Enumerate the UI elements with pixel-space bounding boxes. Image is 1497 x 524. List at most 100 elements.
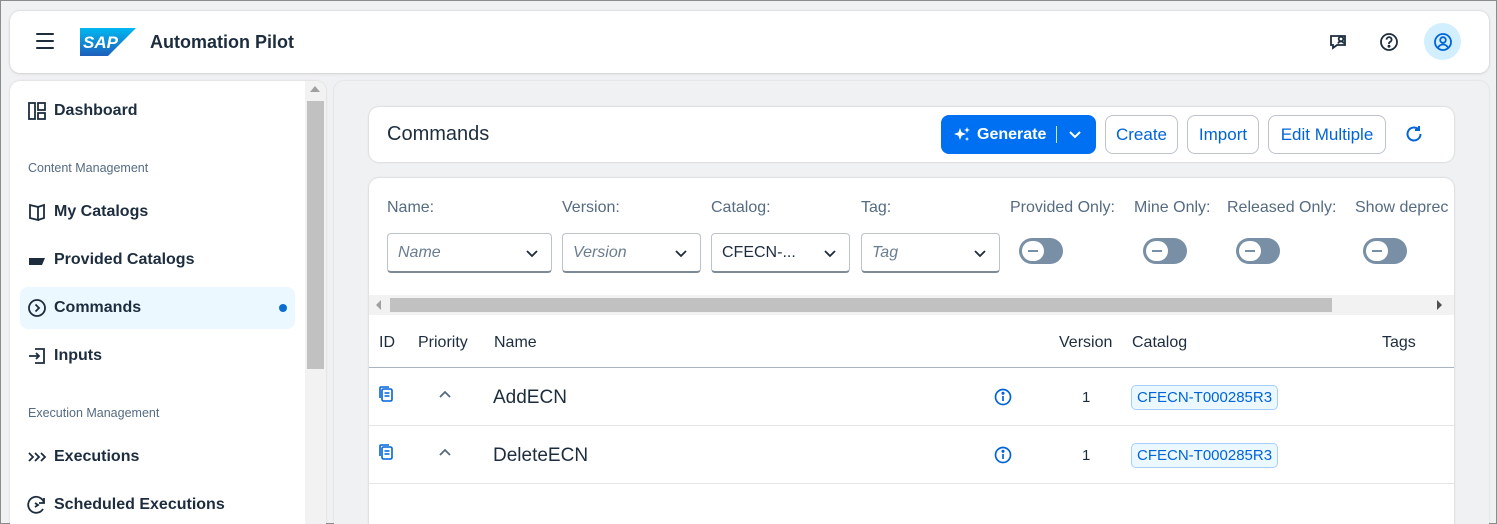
priority-chevron-up-icon — [438, 446, 452, 465]
filter-released-only-label: Released Only: — [1227, 199, 1337, 216]
chevron-down-icon — [973, 246, 987, 265]
version-filter-placeholder: Version — [573, 243, 627, 261]
sidebar-scrollbar-thumb[interactable] — [307, 101, 324, 369]
refresh-icon[interactable] — [1403, 123, 1425, 150]
toggle-knob — [1239, 241, 1261, 261]
generate-button[interactable]: Generate — [941, 115, 1096, 154]
menu-icon[interactable] — [36, 33, 54, 49]
feedback-icon[interactable] — [1325, 29, 1351, 55]
filter-bar-scrollbar-thumb[interactable] — [390, 298, 1332, 312]
mine-only-toggle[interactable] — [1143, 238, 1187, 264]
sidebar-item-label: Executions — [54, 448, 140, 465]
name-filter-placeholder: Name — [398, 243, 441, 261]
command-version: 1 — [1082, 447, 1091, 464]
import-button[interactable]: Import — [1187, 115, 1259, 154]
show-deprecated-toggle[interactable] — [1363, 238, 1407, 264]
priority-chevron-up-icon — [438, 388, 452, 407]
catalog-filter-select[interactable]: CFECN-... — [711, 233, 850, 273]
scroll-up-arrow-icon[interactable] — [310, 86, 320, 92]
column-header-priority[interactable]: Priority — [418, 334, 468, 352]
command-version: 1 — [1082, 389, 1091, 406]
sidebar-item-label: My Catalogs — [54, 203, 149, 220]
chevron-down-icon — [525, 246, 539, 265]
tag-filter-placeholder: Tag — [872, 243, 899, 261]
edit-multiple-button[interactable]: Edit Multiple — [1268, 115, 1386, 154]
info-icon[interactable] — [994, 446, 1012, 469]
version-filter-select[interactable]: Version — [562, 233, 701, 273]
sidebar-item-dashboard[interactable]: Dashboard — [20, 90, 295, 132]
sidebar-item-label: Dashboard — [54, 102, 138, 119]
generate-label: Generate — [977, 125, 1047, 143]
svg-text:SAP: SAP — [83, 33, 119, 52]
toggle-knob — [1022, 241, 1044, 261]
filter-catalog-label: Catalog: — [711, 199, 771, 216]
sidebar-item-provided-catalogs[interactable]: Provided Catalogs — [20, 239, 295, 281]
command-name[interactable]: DeleteECN — [493, 445, 588, 467]
nav-group-execution-management: Execution Management — [28, 406, 160, 420]
chevron-down-icon — [674, 246, 688, 265]
sidebar-item-label: Provided Catalogs — [54, 251, 195, 268]
table-row[interactable]: DeleteECN 1 CFECN-T000285R3 — [369, 426, 1454, 484]
command-icon — [26, 297, 48, 319]
sidebar-item-label: Commands — [54, 299, 142, 316]
toggle-knob — [1146, 241, 1168, 261]
filter-version-label: Version: — [562, 199, 620, 216]
provided-only-toggle[interactable] — [1019, 238, 1063, 264]
sparkle-icon — [951, 124, 973, 146]
filter-mine-only-label: Mine Only: — [1134, 199, 1211, 216]
toggle-knob — [1366, 241, 1388, 261]
column-header-id[interactable]: ID — [379, 334, 395, 352]
catalog-filter-value: CFECN-... — [722, 243, 796, 261]
table-row[interactable]: AddECN 1 CFECN-T000285R3 — [369, 368, 1454, 426]
filter-show-deprecated-label: Show deprec — [1355, 199, 1449, 216]
tag-filter-select[interactable]: Tag — [861, 233, 1000, 273]
page-toolbar: Commands Generate Create Import Edit Mul… — [369, 107, 1454, 162]
user-icon — [1433, 32, 1452, 51]
column-header-version[interactable]: Version — [1059, 334, 1112, 352]
sidebar-item-commands[interactable]: Commands — [20, 287, 295, 329]
filter-tag-label: Tag: — [861, 199, 892, 216]
chevron-down-icon — [823, 246, 837, 265]
help-icon[interactable] — [1376, 29, 1402, 55]
selected-indicator — [279, 304, 287, 312]
catalog-link[interactable]: CFECN-T000285R3 — [1131, 385, 1279, 410]
column-header-name[interactable]: Name — [494, 334, 537, 352]
sidebar-item-executions[interactable]: Executions — [20, 436, 295, 478]
sidebar-item-scheduled-executions[interactable]: Scheduled Executions — [20, 484, 295, 524]
filter-bar-scrollbar[interactable] — [369, 295, 1454, 315]
filter-provided-only-label: Provided Only: — [1010, 199, 1115, 216]
chevron-down-icon[interactable] — [1067, 126, 1083, 147]
commands-card: Name: Version: Catalog: Tag: Provided On… — [369, 178, 1454, 524]
sidebar-item-label: Inputs — [54, 347, 102, 364]
nav-group-content-management: Content Management — [28, 161, 149, 175]
shell-bar: SAP Automation Pilot — [10, 11, 1489, 73]
sidebar-item-label: Scheduled Executions — [54, 496, 225, 513]
released-only-toggle[interactable] — [1236, 238, 1280, 264]
page-title: Commands — [387, 123, 490, 145]
column-header-catalog[interactable]: Catalog — [1132, 334, 1187, 352]
app-title: Automation Pilot — [150, 32, 294, 52]
sidebar-item-inputs[interactable]: Inputs — [20, 335, 295, 377]
sidebar-item-my-catalogs[interactable]: My Catalogs — [20, 191, 295, 233]
main-content: Commands Generate Create Import Edit Mul… — [334, 81, 1489, 524]
create-button[interactable]: Create — [1105, 115, 1178, 154]
info-icon[interactable] — [994, 388, 1012, 411]
provided-catalog-icon — [26, 249, 48, 271]
catalog-link[interactable]: CFECN-T000285R3 — [1131, 443, 1279, 468]
dashboard-icon — [26, 100, 48, 122]
copy-id-icon[interactable] — [377, 385, 395, 408]
name-filter-select[interactable]: Name — [387, 233, 552, 273]
scroll-left-arrow-icon[interactable] — [376, 300, 381, 310]
sap-logo: SAP — [80, 28, 136, 56]
filter-name-label: Name: — [387, 199, 435, 216]
side-navigation: Dashboard Content Management My Catalogs… — [10, 81, 326, 524]
copy-id-icon[interactable] — [377, 443, 395, 466]
command-name[interactable]: AddECN — [493, 387, 567, 409]
user-avatar[interactable] — [1424, 23, 1461, 60]
input-icon — [26, 345, 48, 367]
executions-icon — [26, 446, 48, 468]
catalog-icon — [26, 201, 48, 223]
split-divider — [1056, 126, 1057, 143]
column-header-tags[interactable]: Tags — [1382, 334, 1416, 352]
scroll-right-arrow-icon[interactable] — [1437, 300, 1442, 310]
